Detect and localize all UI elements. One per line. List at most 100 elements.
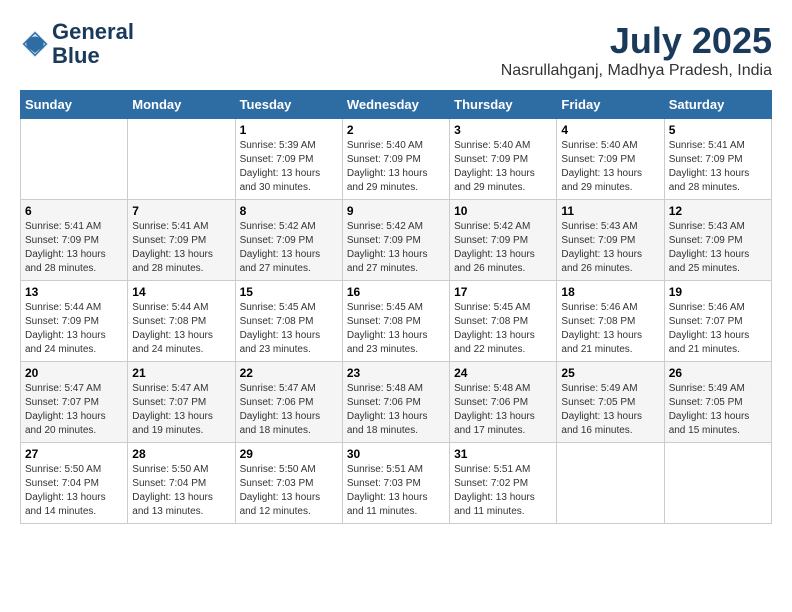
- calendar-cell: 11 Sunrise: 5:43 AM Sunset: 7:09 PM Dayli…: [557, 200, 664, 281]
- day-number: 8: [240, 204, 338, 218]
- day-number: 11: [561, 204, 659, 218]
- day-detail: Sunrise: 5:48 AM Sunset: 7:06 PM Dayligh…: [454, 382, 552, 438]
- day-number: 22: [240, 366, 338, 380]
- day-detail: Sunrise: 5:41 AM Sunset: 7:09 PM Dayligh…: [669, 139, 767, 195]
- calendar-cell: 17 Sunrise: 5:45 AM Sunset: 7:08 PM Dayli…: [450, 281, 557, 362]
- day-detail: Sunrise: 5:44 AM Sunset: 7:08 PM Dayligh…: [132, 301, 230, 357]
- calendar-week-row: 6 Sunrise: 5:41 AM Sunset: 7:09 PM Daylig…: [21, 200, 772, 281]
- column-header-tuesday: Tuesday: [235, 91, 342, 119]
- day-detail: Sunrise: 5:50 AM Sunset: 7:04 PM Dayligh…: [132, 463, 230, 519]
- day-detail: Sunrise: 5:51 AM Sunset: 7:03 PM Dayligh…: [347, 463, 445, 519]
- day-detail: Sunrise: 5:40 AM Sunset: 7:09 PM Dayligh…: [561, 139, 659, 195]
- day-detail: Sunrise: 5:41 AM Sunset: 7:09 PM Dayligh…: [25, 220, 123, 276]
- day-detail: Sunrise: 5:42 AM Sunset: 7:09 PM Dayligh…: [347, 220, 445, 276]
- day-number: 3: [454, 123, 552, 137]
- day-number: 31: [454, 447, 552, 461]
- column-header-saturday: Saturday: [664, 91, 771, 119]
- calendar-cell: 30 Sunrise: 5:51 AM Sunset: 7:03 PM Dayli…: [342, 443, 449, 524]
- calendar-table: SundayMondayTuesdayWednesdayThursdayFrid…: [20, 90, 772, 524]
- location-text: Nasrullahganj, Madhya Pradesh, India: [501, 62, 772, 80]
- day-number: 25: [561, 366, 659, 380]
- day-number: 4: [561, 123, 659, 137]
- calendar-cell: 20Sunrise: 5:47 AM Sunset: 7:07 PM Dayli…: [21, 362, 128, 443]
- calendar-week-row: 20Sunrise: 5:47 AM Sunset: 7:07 PM Dayli…: [21, 362, 772, 443]
- calendar-cell: 7 Sunrise: 5:41 AM Sunset: 7:09 PM Daylig…: [128, 200, 235, 281]
- day-detail: Sunrise: 5:41 AM Sunset: 7:09 PM Dayligh…: [132, 220, 230, 276]
- day-number: 12: [669, 204, 767, 218]
- day-detail: Sunrise: 5:47 AM Sunset: 7:07 PM Dayligh…: [132, 382, 230, 438]
- calendar-cell: 4 Sunrise: 5:40 AM Sunset: 7:09 PM Daylig…: [557, 119, 664, 200]
- calendar-cell: 6 Sunrise: 5:41 AM Sunset: 7:09 PM Daylig…: [21, 200, 128, 281]
- day-number: 21: [132, 366, 230, 380]
- day-number: 7: [132, 204, 230, 218]
- day-number: 27: [25, 447, 123, 461]
- calendar-cell: 3 Sunrise: 5:40 AM Sunset: 7:09 PM Daylig…: [450, 119, 557, 200]
- day-number: 30: [347, 447, 445, 461]
- day-number: 13: [25, 285, 123, 299]
- calendar-cell: 26Sunrise: 5:49 AM Sunset: 7:05 PM Dayli…: [664, 362, 771, 443]
- title-section: July 2025 Nasrullahganj, Madhya Pradesh,…: [501, 20, 772, 80]
- calendar-cell: 10 Sunrise: 5:42 AM Sunset: 7:09 PM Dayli…: [450, 200, 557, 281]
- calendar-cell: [664, 443, 771, 524]
- day-detail: Sunrise: 5:46 AM Sunset: 7:07 PM Dayligh…: [669, 301, 767, 357]
- day-detail: Sunrise: 5:42 AM Sunset: 7:09 PM Dayligh…: [240, 220, 338, 276]
- logo-text: General Blue: [52, 20, 134, 68]
- logo-icon: [20, 29, 50, 59]
- calendar-cell: 24 Sunrise: 5:48 AM Sunset: 7:06 PM Dayli…: [450, 362, 557, 443]
- calendar-cell: 19 Sunrise: 5:46 AM Sunset: 7:07 PM Dayli…: [664, 281, 771, 362]
- day-detail: Sunrise: 5:49 AM Sunset: 7:05 PM Dayligh…: [669, 382, 767, 438]
- day-detail: Sunrise: 5:50 AM Sunset: 7:04 PM Dayligh…: [25, 463, 123, 519]
- day-number: 17: [454, 285, 552, 299]
- day-detail: Sunrise: 5:42 AM Sunset: 7:09 PM Dayligh…: [454, 220, 552, 276]
- day-number: 6: [25, 204, 123, 218]
- day-number: 5: [669, 123, 767, 137]
- day-number: 14: [132, 285, 230, 299]
- day-detail: Sunrise: 5:45 AM Sunset: 7:08 PM Dayligh…: [240, 301, 338, 357]
- day-number: 1: [240, 123, 338, 137]
- day-detail: Sunrise: 5:47 AM Sunset: 7:06 PM Dayligh…: [240, 382, 338, 438]
- day-detail: Sunrise: 5:43 AM Sunset: 7:09 PM Dayligh…: [561, 220, 659, 276]
- calendar-cell: 13Sunrise: 5:44 AM Sunset: 7:09 PM Dayli…: [21, 281, 128, 362]
- calendar-cell: 23 Sunrise: 5:48 AM Sunset: 7:06 PM Dayli…: [342, 362, 449, 443]
- day-number: 24: [454, 366, 552, 380]
- calendar-cell: 16Sunrise: 5:45 AM Sunset: 7:08 PM Dayli…: [342, 281, 449, 362]
- column-header-friday: Friday: [557, 91, 664, 119]
- calendar-week-row: 27 Sunrise: 5:50 AM Sunset: 7:04 PM Dayli…: [21, 443, 772, 524]
- day-number: 10: [454, 204, 552, 218]
- calendar-cell: 31 Sunrise: 5:51 AM Sunset: 7:02 PM Dayli…: [450, 443, 557, 524]
- day-detail: Sunrise: 5:40 AM Sunset: 7:09 PM Dayligh…: [454, 139, 552, 195]
- day-detail: Sunrise: 5:48 AM Sunset: 7:06 PM Dayligh…: [347, 382, 445, 438]
- day-detail: Sunrise: 5:39 AM Sunset: 7:09 PM Dayligh…: [240, 139, 338, 195]
- month-year-title: July 2025: [501, 20, 772, 62]
- day-detail: Sunrise: 5:40 AM Sunset: 7:09 PM Dayligh…: [347, 139, 445, 195]
- day-detail: Sunrise: 5:49 AM Sunset: 7:05 PM Dayligh…: [561, 382, 659, 438]
- day-number: 15: [240, 285, 338, 299]
- day-detail: Sunrise: 5:43 AM Sunset: 7:09 PM Dayligh…: [669, 220, 767, 276]
- column-header-wednesday: Wednesday: [342, 91, 449, 119]
- calendar-cell: [557, 443, 664, 524]
- calendar-cell: 9Sunrise: 5:42 AM Sunset: 7:09 PM Daylig…: [342, 200, 449, 281]
- day-number: 19: [669, 285, 767, 299]
- column-header-thursday: Thursday: [450, 91, 557, 119]
- calendar-cell: 29Sunrise: 5:50 AM Sunset: 7:03 PM Dayli…: [235, 443, 342, 524]
- day-detail: Sunrise: 5:45 AM Sunset: 7:08 PM Dayligh…: [454, 301, 552, 357]
- column-header-sunday: Sunday: [21, 91, 128, 119]
- day-detail: Sunrise: 5:47 AM Sunset: 7:07 PM Dayligh…: [25, 382, 123, 438]
- calendar-cell: 27 Sunrise: 5:50 AM Sunset: 7:04 PM Dayli…: [21, 443, 128, 524]
- calendar-cell: 25 Sunrise: 5:49 AM Sunset: 7:05 PM Dayli…: [557, 362, 664, 443]
- calendar-cell: 15 Sunrise: 5:45 AM Sunset: 7:08 PM Dayli…: [235, 281, 342, 362]
- calendar-week-row: 13Sunrise: 5:44 AM Sunset: 7:09 PM Dayli…: [21, 281, 772, 362]
- day-number: 28: [132, 447, 230, 461]
- day-number: 2: [347, 123, 445, 137]
- day-detail: Sunrise: 5:51 AM Sunset: 7:02 PM Dayligh…: [454, 463, 552, 519]
- day-number: 23: [347, 366, 445, 380]
- calendar-cell: 28 Sunrise: 5:50 AM Sunset: 7:04 PM Dayli…: [128, 443, 235, 524]
- day-detail: Sunrise: 5:45 AM Sunset: 7:08 PM Dayligh…: [347, 301, 445, 357]
- calendar-cell: [128, 119, 235, 200]
- calendar-week-row: 1 Sunrise: 5:39 AM Sunset: 7:09 PM Daylig…: [21, 119, 772, 200]
- calendar-cell: 21 Sunrise: 5:47 AM Sunset: 7:07 PM Dayli…: [128, 362, 235, 443]
- calendar-cell: 8 Sunrise: 5:42 AM Sunset: 7:09 PM Daylig…: [235, 200, 342, 281]
- column-header-monday: Monday: [128, 91, 235, 119]
- day-number: 18: [561, 285, 659, 299]
- calendar-cell: [21, 119, 128, 200]
